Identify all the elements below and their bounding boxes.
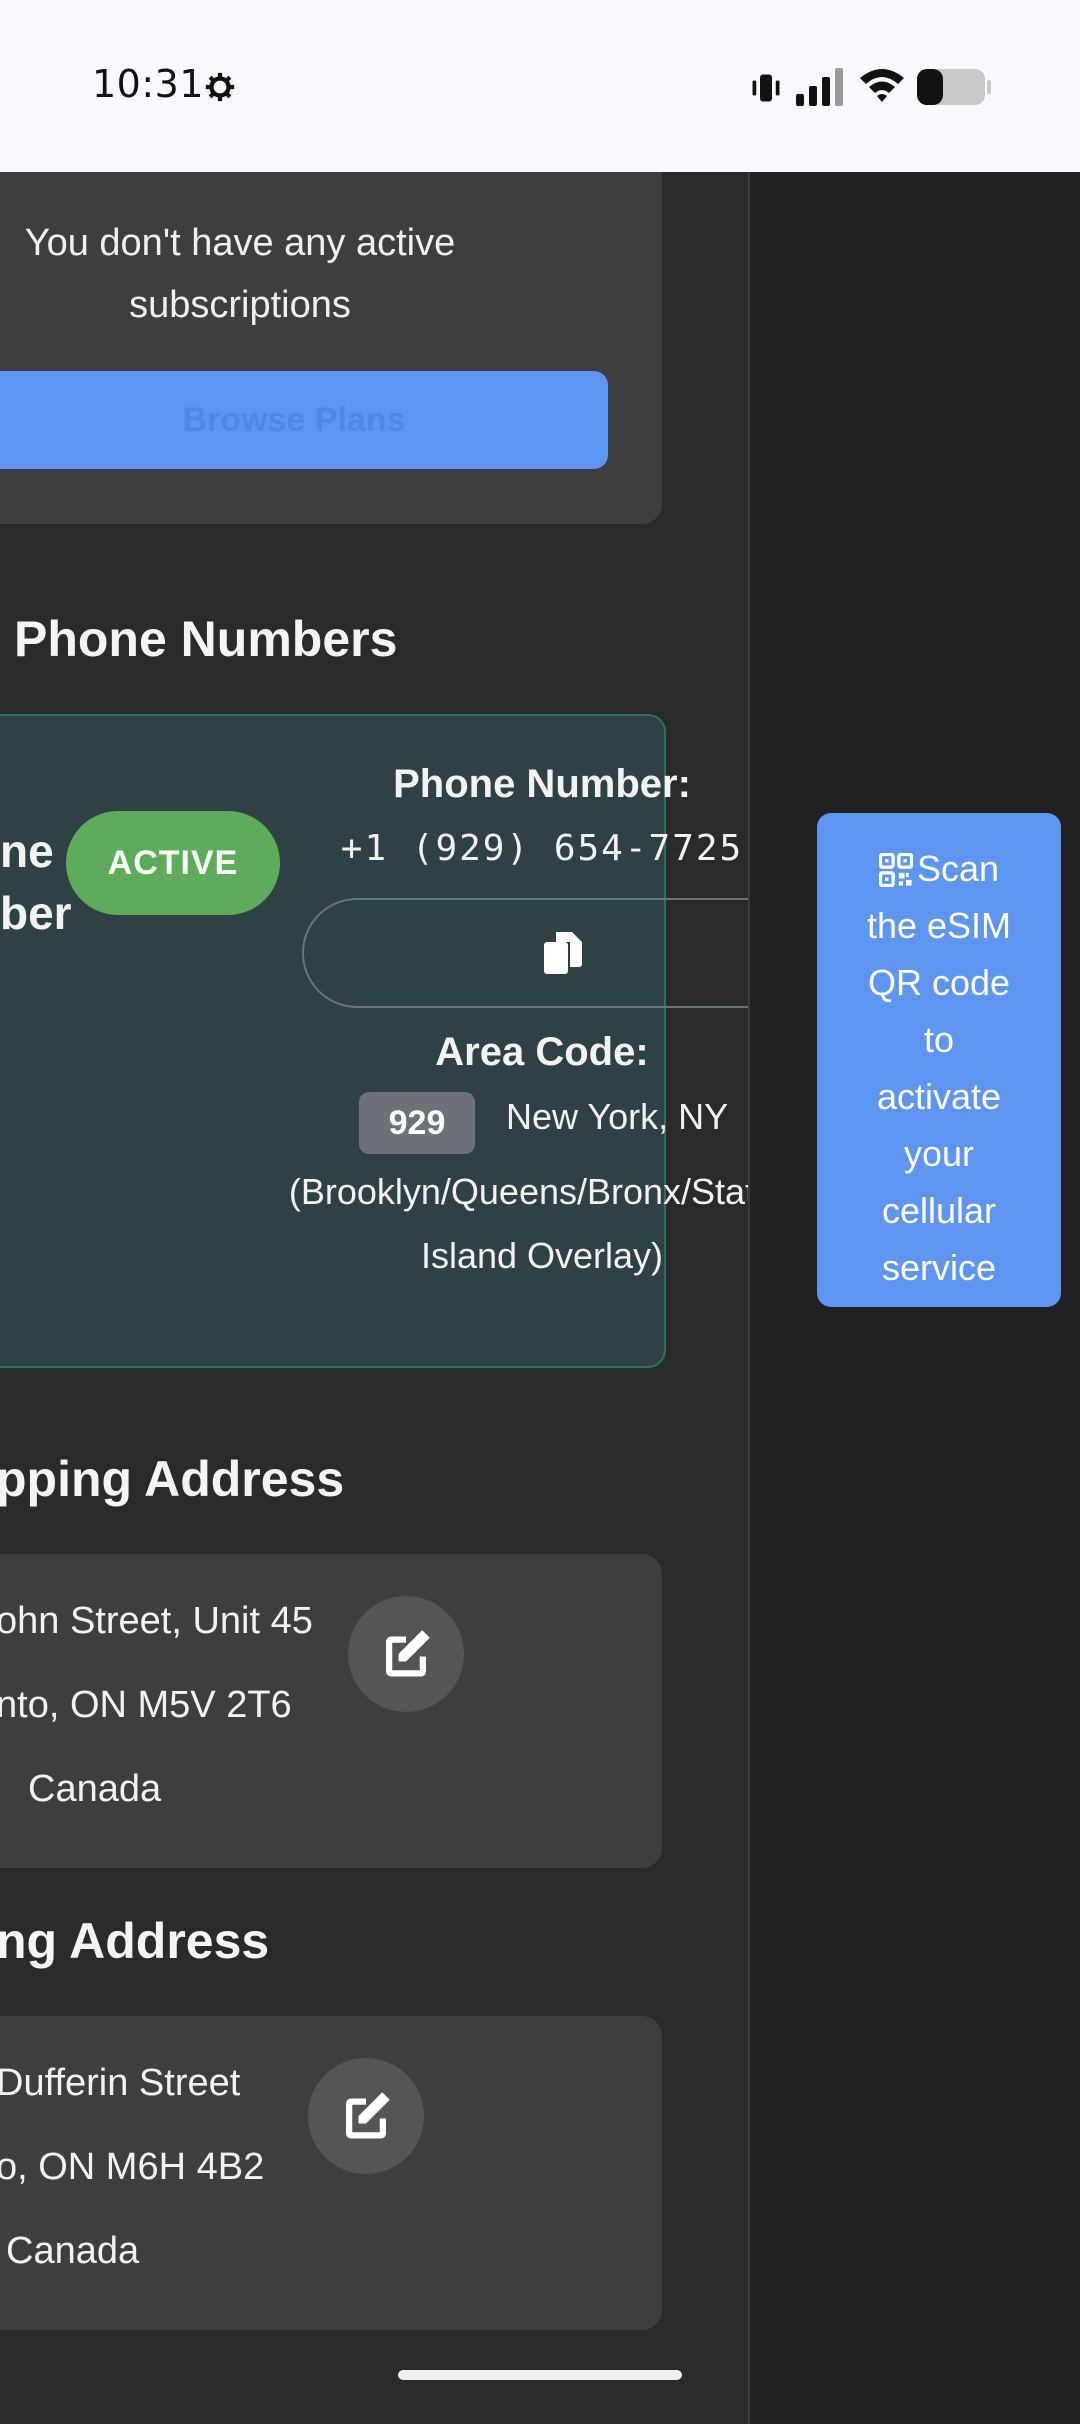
browse-plans-button[interactable]: Browse Plans (0, 371, 608, 469)
edit-billing-address-button[interactable] (308, 2058, 424, 2174)
billing-address-line2: o, ON M6H 4B2 (0, 2146, 265, 2188)
status-badge: ACTIVE (66, 811, 280, 915)
esim-line-5: activate (876, 1076, 1002, 1117)
phone-numbers-title: Phone Numbers (14, 611, 398, 667)
shipping-address-title: pping Address (0, 1451, 345, 1507)
phone-number-value: +1 (929) 654-7725 (340, 828, 744, 869)
esim-line-8: service (881, 1247, 997, 1288)
billing-address-title: ng Address (0, 1913, 270, 1969)
billing-address-line3: Canada (6, 2230, 140, 2272)
area-city: New York, NY (506, 1096, 729, 1137)
edit-icon (386, 1630, 430, 1677)
esim-line-4: to (923, 1019, 955, 1060)
account-content[interactable]: You don't have any active subscriptions … (0, 172, 748, 2424)
esim-line-3: QR code (867, 962, 1011, 1003)
esim-line-2: the eSIM (866, 905, 1012, 946)
qr-code-icon (878, 853, 913, 887)
vibrate-icon (752, 74, 780, 102)
edit-icon (346, 2092, 390, 2139)
shipping-address-line2: nto, ON M5V 2T6 (0, 1684, 292, 1726)
esim-scan-prompt[interactable]: Scan the eSIM QR code to activate your c… (817, 813, 1061, 1307)
phone-number-label: Phone Number: (393, 762, 691, 806)
area-code-label: Area Code: (435, 1030, 649, 1074)
area-code-badge: 929 (359, 1092, 475, 1154)
copy-number-button[interactable] (302, 898, 748, 1008)
status-time: 10:31 (92, 62, 205, 106)
esim-line-7: cellular (881, 1190, 997, 1231)
edit-shipping-address-button[interactable] (348, 1596, 464, 1712)
status-bar: 10:31 (0, 0, 1080, 172)
area-region: (Brooklyn/Queens/Bronx/Staten Island Ove… (288, 1171, 748, 1276)
phone-card-title: ne ber (0, 825, 72, 939)
copy-icon (544, 932, 582, 974)
settings-gear-icon (205, 72, 235, 102)
subscriptions-empty-text: You don't have any active subscriptions (24, 222, 456, 326)
home-indicator[interactable] (398, 2370, 682, 2380)
battery-icon (917, 69, 991, 105)
esim-line-1: Scan (916, 848, 1000, 889)
shipping-address-line1: ohn Street, Unit 45 (0, 1600, 313, 1642)
shipping-address-line3: Canada (28, 1768, 162, 1810)
signal-icon (796, 68, 843, 106)
billing-address-line1: Dufferin Street (0, 2062, 241, 2104)
wifi-icon (860, 69, 904, 102)
esim-line-6: your (903, 1133, 975, 1174)
